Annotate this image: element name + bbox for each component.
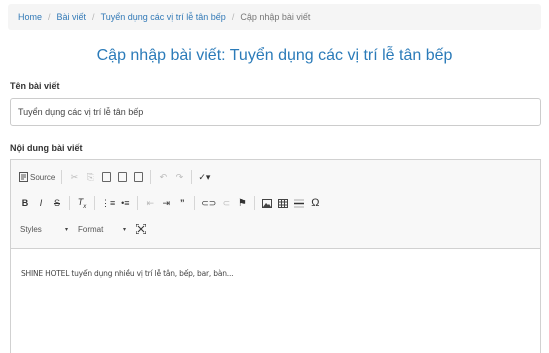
maximize-icon: [136, 224, 146, 234]
source-label: Source: [30, 172, 56, 182]
title-input[interactable]: [10, 98, 541, 126]
toolbar-separator: [194, 196, 196, 210]
outdent-icon: ⇤: [146, 197, 155, 208]
table-icon: [278, 198, 289, 208]
paste-word-button[interactable]: [130, 168, 146, 186]
styles-dropdown[interactable]: Styles ▾: [17, 220, 71, 238]
italic-button[interactable]: I: [33, 194, 49, 212]
undo-icon: ↶: [159, 171, 168, 182]
redo-icon: ↷: [175, 171, 184, 182]
breadcrumb-separator: /: [231, 12, 235, 22]
toolbar-row-2: B I S Tx ⋮≡ •≡ ⇤ ⇥ ” ⊂⊃ ⊂ ⚑ Ω: [17, 190, 534, 216]
unlink-button[interactable]: ⊂: [218, 194, 234, 212]
breadcrumb: Home / Bài viết / Tuyển dụng các vị trí …: [8, 4, 541, 30]
strikethrough-icon: S: [53, 198, 60, 208]
image-button[interactable]: [259, 194, 275, 212]
content-field-label: Nội dung bài viết: [10, 143, 83, 153]
chevron-down-icon: ▾: [64, 226, 68, 233]
undo-button[interactable]: ↶: [155, 168, 171, 186]
toolbar-separator: [191, 170, 193, 184]
outdent-button[interactable]: ⇤: [142, 194, 158, 212]
source-icon: [19, 172, 28, 182]
bulleted-list-icon: •≡: [121, 198, 130, 208]
italic-icon: I: [39, 198, 43, 208]
styles-dropdown-label: Styles: [20, 224, 42, 234]
spellcheck-icon: ✓▾: [198, 171, 211, 182]
horizontal-line-icon: [294, 199, 305, 207]
table-button[interactable]: [275, 194, 291, 212]
editor-content-area[interactable]: SHINE HOTEL tuyển dụng nhiều vị trí lễ t…: [11, 249, 540, 298]
breadcrumb-separator: /: [48, 12, 51, 22]
copy-button[interactable]: ⎘: [82, 168, 98, 186]
strikethrough-button[interactable]: S: [49, 194, 65, 212]
bold-icon: B: [21, 198, 29, 208]
horizontal-line-button[interactable]: [291, 194, 307, 212]
title-field-label: Tên bài viết: [10, 81, 60, 91]
breadcrumb-current: Cập nhập bài viết: [240, 12, 311, 22]
toolbar-separator: [137, 196, 139, 210]
unlink-icon: ⊂: [222, 197, 231, 208]
redo-button[interactable]: ↷: [171, 168, 187, 186]
editor-toolbar: Source ✂ ⎘ ↶ ↷ ✓▾ B I S Tx ⋮≡ •≡ ⇤ ⇥ ” ⊂…: [11, 160, 540, 249]
maximize-button[interactable]: [133, 220, 149, 238]
numbered-list-button[interactable]: ⋮≡: [99, 194, 117, 212]
indent-icon: ⇥: [162, 197, 171, 208]
paste-word-icon: [133, 172, 143, 182]
toolbar-separator: [254, 196, 256, 210]
breadcrumb-separator: /: [92, 12, 95, 22]
toolbar-separator: [150, 170, 152, 184]
paste-icon: [101, 172, 111, 182]
toolbar-separator: [61, 170, 63, 184]
indent-button[interactable]: ⇥: [158, 194, 174, 212]
paste-text-icon: [117, 172, 127, 182]
bold-button[interactable]: B: [17, 194, 33, 212]
omega-icon: Ω: [311, 197, 320, 209]
chevron-down-icon: ▾: [122, 226, 126, 233]
cut-button[interactable]: ✂: [66, 168, 82, 186]
image-icon: [262, 198, 273, 208]
bulleted-list-button[interactable]: •≡: [117, 194, 133, 212]
toolbar-row-1: Source ✂ ⎘ ↶ ↷ ✓▾: [17, 164, 534, 190]
paste-button[interactable]: [98, 168, 114, 186]
format-dropdown[interactable]: Format ▾: [75, 220, 129, 238]
editor-content-paragraph: SHINE HOTEL tuyển dụng nhiều vị trí lễ t…: [21, 269, 234, 278]
blockquote-icon: ”: [180, 198, 185, 208]
breadcrumb-home-link[interactable]: Home: [18, 12, 42, 22]
format-dropdown-label: Format: [78, 224, 104, 234]
remove-format-icon: Tx: [77, 196, 87, 210]
blockquote-button[interactable]: ”: [174, 194, 190, 212]
toolbar-row-3: Styles ▾ Format ▾: [17, 216, 534, 242]
flag-icon: ⚑: [237, 197, 247, 209]
breadcrumb-posts-link[interactable]: Bài viết: [57, 12, 87, 22]
anchor-button[interactable]: ⚑: [234, 194, 250, 212]
breadcrumb-article-link[interactable]: Tuyển dụng các vị trí lễ tân bếp: [101, 12, 226, 22]
page-title: Cập nhập bài viết: Tuyển dụng các vị trí…: [96, 47, 453, 64]
toolbar-separator: [94, 196, 95, 210]
remove-format-button[interactable]: Tx: [74, 194, 90, 212]
rich-text-editor: Source ✂ ⎘ ↶ ↷ ✓▾ B I S Tx ⋮≡ •≡ ⇤ ⇥ ” ⊂…: [10, 159, 541, 353]
paste-text-button[interactable]: [114, 168, 130, 186]
cut-icon: ✂: [70, 171, 79, 182]
copy-icon: ⎘: [86, 171, 94, 182]
toolbar-separator: [69, 196, 70, 210]
link-icon: ⊂⊃: [201, 197, 217, 208]
spellcheck-button[interactable]: ✓▾: [196, 168, 212, 186]
special-char-button[interactable]: Ω: [307, 194, 323, 212]
source-button[interactable]: Source: [17, 168, 57, 186]
link-button[interactable]: ⊂⊃: [199, 194, 218, 212]
numbered-list-icon: ⋮≡: [101, 197, 116, 208]
